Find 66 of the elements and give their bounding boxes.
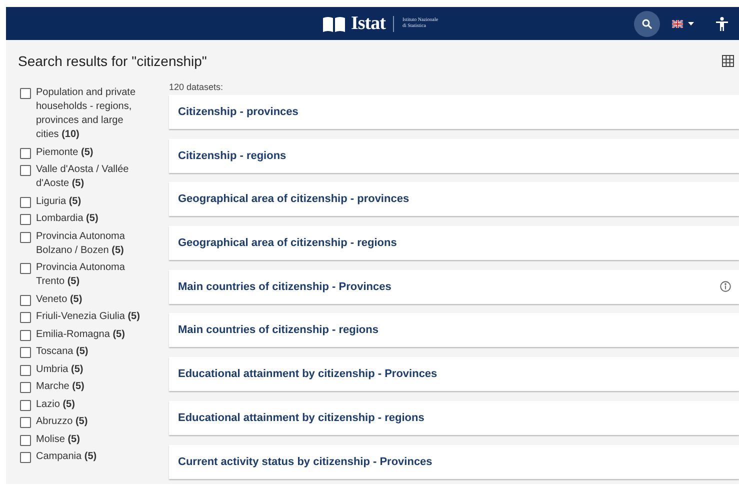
filter-label: Campania (5) bbox=[36, 450, 98, 464]
language-selector[interactable] bbox=[670, 20, 696, 28]
checkbox[interactable] bbox=[20, 347, 31, 358]
filter-label: Valle d'Aosta / Vallée d'Aoste (5) bbox=[36, 163, 130, 191]
dataset-title: Educational attainment by citizenship - Provinces bbox=[178, 368, 438, 380]
dataset-title: Main countries of citizenship - regions bbox=[178, 324, 378, 336]
filter-label: Marche (5) bbox=[36, 380, 86, 394]
checkbox[interactable] bbox=[20, 148, 31, 158]
info-icon[interactable] bbox=[720, 281, 731, 292]
search-button[interactable] bbox=[634, 10, 660, 36]
filter-label: Emilia-Romagna (5) bbox=[36, 328, 126, 342]
filter-label: Provincia Autonoma Bolzano / Bozen (5) bbox=[36, 230, 126, 258]
checkbox[interactable] bbox=[20, 417, 31, 428]
logo-name: Istat bbox=[351, 12, 386, 34]
checkbox[interactable] bbox=[20, 382, 31, 393]
checkbox[interactable] bbox=[20, 232, 31, 242]
filter-label: Abruzzo (5) bbox=[36, 415, 89, 429]
dataset-title: Current activity status by citizenship - Provinces bbox=[178, 456, 432, 468]
checkbox[interactable] bbox=[20, 165, 31, 176]
dataset-card[interactable]: Geographical area of citizenship - provinces bbox=[169, 182, 739, 216]
filter-label: Lombardia (5) bbox=[36, 212, 100, 226]
dataset-title: Educational attainment by citizenship - regions bbox=[178, 412, 424, 424]
filter-label: Umbria (5) bbox=[36, 362, 84, 376]
flag-icon bbox=[672, 20, 683, 28]
dataset-card[interactable]: Main countries of citizenship - Provinces bbox=[169, 270, 739, 304]
grid-view-button[interactable] bbox=[722, 55, 734, 67]
filter-label: Lazio (5) bbox=[36, 398, 76, 412]
filter-label: Veneto (5) bbox=[36, 292, 84, 306]
checkbox[interactable] bbox=[20, 434, 31, 446]
dataset-title: Citizenship - provinces bbox=[178, 106, 298, 118]
dataset-title: Citizenship - regions bbox=[178, 150, 286, 162]
checkbox[interactable] bbox=[20, 294, 31, 306]
dataset-card[interactable]: Educational attainment by citizenship - regions bbox=[169, 400, 739, 435]
filter-label: Liguria (5) bbox=[36, 194, 82, 208]
checkbox[interactable] bbox=[20, 452, 31, 463]
search-icon bbox=[641, 18, 653, 30]
filter-label: Toscana (5) bbox=[36, 345, 90, 359]
dataset-card[interactable]: Main countries of citizenship - regions bbox=[169, 313, 739, 348]
checkbox[interactable] bbox=[20, 214, 31, 225]
filter-label: Population and private households - regions, provinces and large cities (10) bbox=[36, 86, 137, 142]
accessibility-icon bbox=[716, 16, 728, 30]
dataset-title: Geographical area of citizenship - regions bbox=[178, 237, 397, 250]
accessibility-button[interactable] bbox=[714, 16, 730, 30]
dataset-title: Main countries of citizenship - Provinces bbox=[178, 280, 392, 293]
dataset-card[interactable]: Citizenship - provinces bbox=[169, 95, 739, 129]
dataset-card[interactable]: Educational attainment by citizenship - Provinces bbox=[169, 357, 739, 392]
checkbox[interactable] bbox=[20, 88, 31, 99]
filter-label: Piemonte (5) bbox=[36, 146, 94, 160]
checkbox[interactable] bbox=[20, 364, 31, 376]
filter-label: Friuli-Venezia Giulia (5) bbox=[36, 310, 141, 324]
dataset-title: Geographical area of citizenship - provinces bbox=[178, 193, 410, 206]
checkbox[interactable] bbox=[20, 400, 31, 410]
dataset-card[interactable]: Citizenship - regions bbox=[169, 138, 739, 173]
dataset-card[interactable]: Geographical area of citizenship - regions bbox=[169, 226, 739, 260]
checkbox[interactable] bbox=[20, 312, 31, 323]
dataset-card[interactable]: Current activity status by citizenship - Provinces bbox=[169, 444, 739, 478]
checkbox[interactable] bbox=[20, 196, 31, 208]
result-count: 120 datasets: bbox=[169, 82, 224, 94]
filter-label: Molise (5) bbox=[36, 432, 81, 446]
checkbox[interactable] bbox=[20, 330, 31, 340]
checkbox[interactable] bbox=[20, 263, 31, 274]
filter-label: Provincia Autonoma Trento (5) bbox=[36, 261, 126, 289]
caret-icon bbox=[688, 22, 694, 26]
logo-icon bbox=[322, 16, 346, 32]
page-title: Search results for "citizenship" bbox=[18, 53, 207, 69]
grid-icon bbox=[722, 55, 734, 67]
